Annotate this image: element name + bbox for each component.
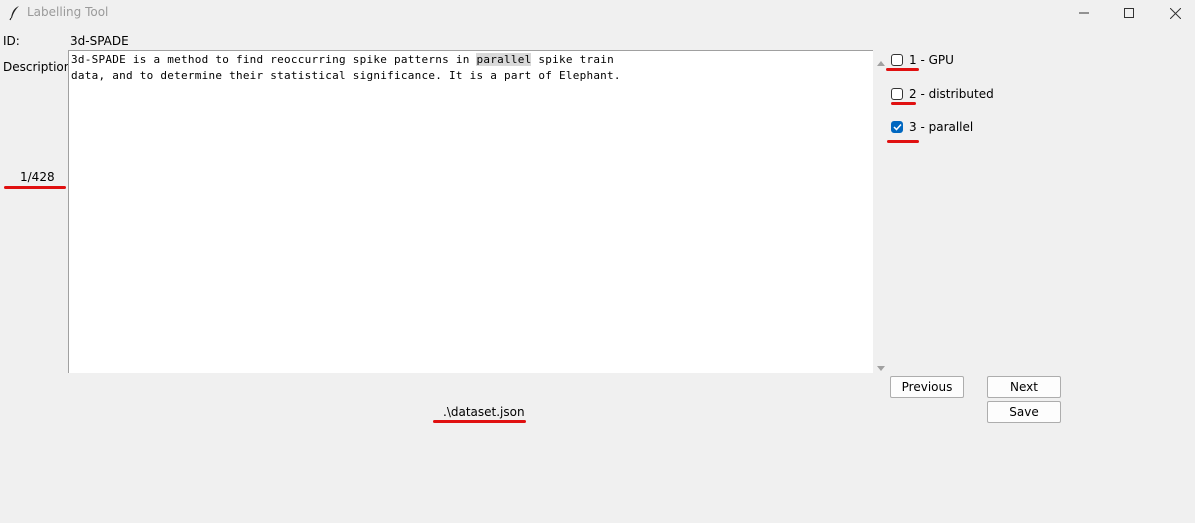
parallel-underline: [887, 140, 919, 143]
save-button[interactable]: Save: [987, 401, 1061, 423]
description-line1-after: spike train: [531, 53, 614, 66]
maximize-icon: [1124, 8, 1134, 18]
counter-underline: [4, 186, 66, 189]
label-option-parallel[interactable]: 3 - parallel: [891, 120, 973, 134]
minimize-button[interactable]: [1061, 0, 1107, 26]
description-textbox[interactable]: 3d-SPADE is a method to find reoccurring…: [68, 50, 873, 373]
description-line1-before: 3d-SPADE is a method to find reoccurring…: [71, 53, 477, 66]
checkmark-icon: [892, 123, 902, 131]
scroll-up-arrow-icon[interactable]: [876, 56, 886, 66]
description-line2: data, and to determine their statistical…: [71, 69, 621, 82]
feather-icon: [8, 5, 22, 21]
close-icon: [1169, 7, 1181, 19]
previous-button[interactable]: Previous: [890, 376, 964, 398]
id-value: 3d-SPADE: [70, 34, 129, 48]
title-bar: Labelling Tool: [0, 0, 1195, 26]
gpu-label: 1 - GPU: [909, 53, 954, 67]
window-title: Labelling Tool: [27, 5, 109, 19]
distributed-label: 2 - distributed: [909, 87, 994, 101]
file-path: .\dataset.json: [443, 405, 525, 419]
highlighted-term: parallel: [476, 53, 532, 66]
label-option-distributed[interactable]: 2 - distributed: [891, 87, 994, 101]
record-counter: 1/428: [20, 170, 55, 184]
gpu-underline: [886, 68, 919, 71]
id-label: ID:: [3, 34, 20, 48]
minimize-icon: [1079, 8, 1089, 18]
parallel-checkbox[interactable]: [891, 121, 903, 133]
parallel-label: 3 - parallel: [909, 120, 974, 134]
next-button[interactable]: Next: [987, 376, 1061, 398]
gpu-checkbox[interactable]: [891, 54, 903, 66]
maximize-button[interactable]: [1106, 0, 1152, 26]
label-option-gpu[interactable]: 1 - GPU: [891, 53, 954, 67]
scroll-down-arrow-icon[interactable]: [876, 362, 886, 371]
distributed-checkbox[interactable]: [891, 88, 903, 100]
file-path-underline: [433, 420, 526, 423]
close-button[interactable]: [1152, 0, 1195, 26]
description-label: Description:: [3, 60, 76, 74]
distributed-underline: [891, 102, 916, 105]
